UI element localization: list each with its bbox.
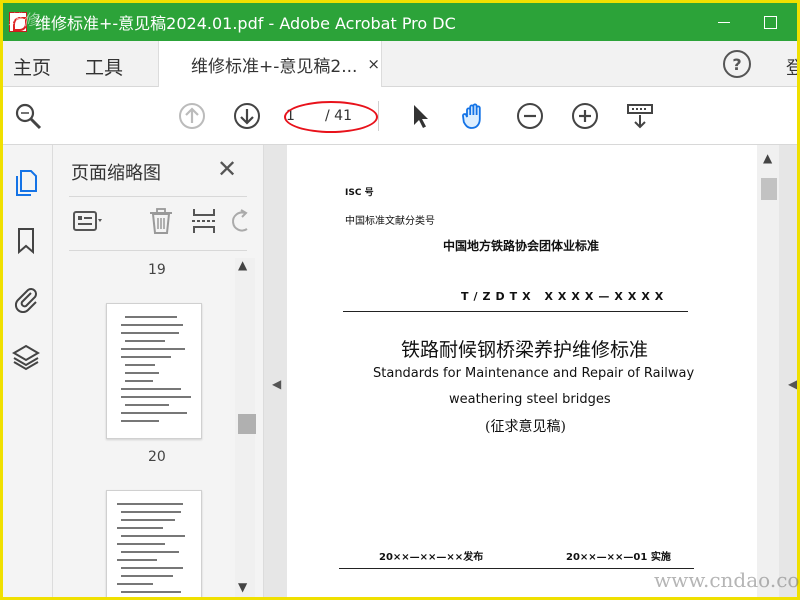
thumbnail-page-number: 19 [148, 262, 166, 278]
title-english-line-2: weathering steel bridges [449, 392, 611, 407]
standard-code: T/ZDTX XXXX—XXXX [461, 290, 669, 303]
scroll-up-icon[interactable]: ▲ [238, 258, 247, 272]
app-window: 维修标准+-意见稿2024.01.pdf - Adobe Acrobat Pro… [3, 3, 797, 597]
page-thumbnail-19[interactable] [106, 303, 202, 439]
layers-icon[interactable] [11, 342, 41, 372]
help-icon[interactable]: ? [723, 50, 751, 78]
panel-title: 页面缩略图 [71, 163, 161, 184]
select-arrow-icon[interactable] [405, 101, 435, 131]
watermark-url: www.cndao.com [654, 568, 800, 592]
maximize-button[interactable] [747, 3, 793, 41]
minimize-button[interactable] [701, 3, 747, 41]
attachment-icon[interactable] [11, 283, 41, 314]
insert-page-icon[interactable] [188, 205, 220, 237]
title-english-line-1: Standards for Maintenance and Repair of … [373, 366, 695, 381]
delete-page-icon[interactable] [145, 205, 177, 237]
tools-menu[interactable]: 工具 [85, 53, 123, 80]
window-title: 维修标准+-意见稿2024.01.pdf - Adobe Acrobat Pro… [35, 14, 456, 33]
thumbnail-options-icon[interactable] [71, 205, 103, 237]
page-thumbnail-20[interactable] [106, 490, 202, 597]
hand-tool-icon[interactable] [459, 101, 489, 131]
panel-close-button[interactable]: ✕ [217, 155, 237, 183]
isc-number: ISC 号 [345, 188, 374, 198]
association-name: 中国地方铁路协会团体业标准 [443, 239, 600, 253]
left-navigation-rail [3, 145, 53, 597]
draft-note: (征求意见稿) [485, 419, 566, 435]
thumbnail-page-number: 20 [148, 449, 166, 465]
page-highlight-annotation [284, 101, 378, 133]
footer-rule [339, 568, 694, 569]
classification-number: 中国标准文献分类号 [345, 216, 435, 227]
scrollbar-thumb[interactable] [238, 414, 256, 434]
pdf-page: ISC 号 中国标准文献分类号 中国地方铁路协会团体业标准 T/ZDTX XXX… [287, 145, 757, 597]
zoom-in-icon[interactable] [570, 101, 600, 131]
document-view: ◀ ISC 号 中国标准文献分类号 中国地方铁路协会团体业标准 T/ZDTX X… [264, 145, 797, 597]
title-bar: 维修标准+-意见稿2024.01.pdf - Adobe Acrobat Pro… [3, 3, 797, 41]
home-menu[interactable]: 主页 [13, 53, 51, 80]
expand-right-panel-icon[interactable]: ◀ [788, 377, 797, 391]
watermark-logo: 维修 [8, 11, 39, 29]
thumbnails-panel: 页面缩略图 ✕ 19 20 ▲ ▼ [53, 145, 264, 597]
panel-divider [69, 196, 247, 197]
scrollbar-thumb[interactable] [761, 178, 777, 200]
zoom-out-icon[interactable] [515, 101, 545, 131]
panel-divider [69, 250, 247, 251]
document-tab[interactable]: 维修标准+-意见稿2... × [158, 41, 382, 87]
search-zoom-icon[interactable] [13, 101, 43, 131]
collapse-left-panel-icon[interactable]: ◀ [272, 377, 281, 391]
document-scrollbar[interactable]: ▲ [757, 145, 779, 597]
menu-tab-bar: 主页 工具 维修标准+-意见稿2... × ? 登 [3, 41, 797, 87]
scroll-down-icon[interactable]: ▼ [238, 580, 247, 594]
title-chinese: 铁路耐候钢桥梁养护维修标准 [401, 339, 649, 361]
toolbar-divider [378, 101, 379, 131]
prev-page-icon[interactable] [177, 101, 207, 131]
implementation-date: 20××—××—01 实施 [566, 552, 671, 563]
document-tab-label: 维修标准+-意见稿2... [191, 56, 358, 77]
thumbnails-scrollbar[interactable]: ▲ ▼ [235, 258, 256, 597]
sign-in-label[interactable]: 登 [786, 54, 797, 80]
issue-date: 20××—××—××发布 [379, 552, 484, 563]
scroll-up-icon[interactable]: ▲ [763, 151, 772, 165]
thumbnails-icon[interactable] [11, 167, 41, 197]
close-tab-button[interactable]: × [367, 55, 380, 73]
rotate-page-icon[interactable] [225, 205, 257, 237]
bookmark-icon[interactable] [11, 225, 41, 255]
header-rule [343, 311, 688, 312]
page-fit-icon[interactable] [625, 101, 655, 131]
next-page-icon[interactable] [232, 101, 262, 131]
toolbar: 1 / 41 [3, 87, 797, 145]
